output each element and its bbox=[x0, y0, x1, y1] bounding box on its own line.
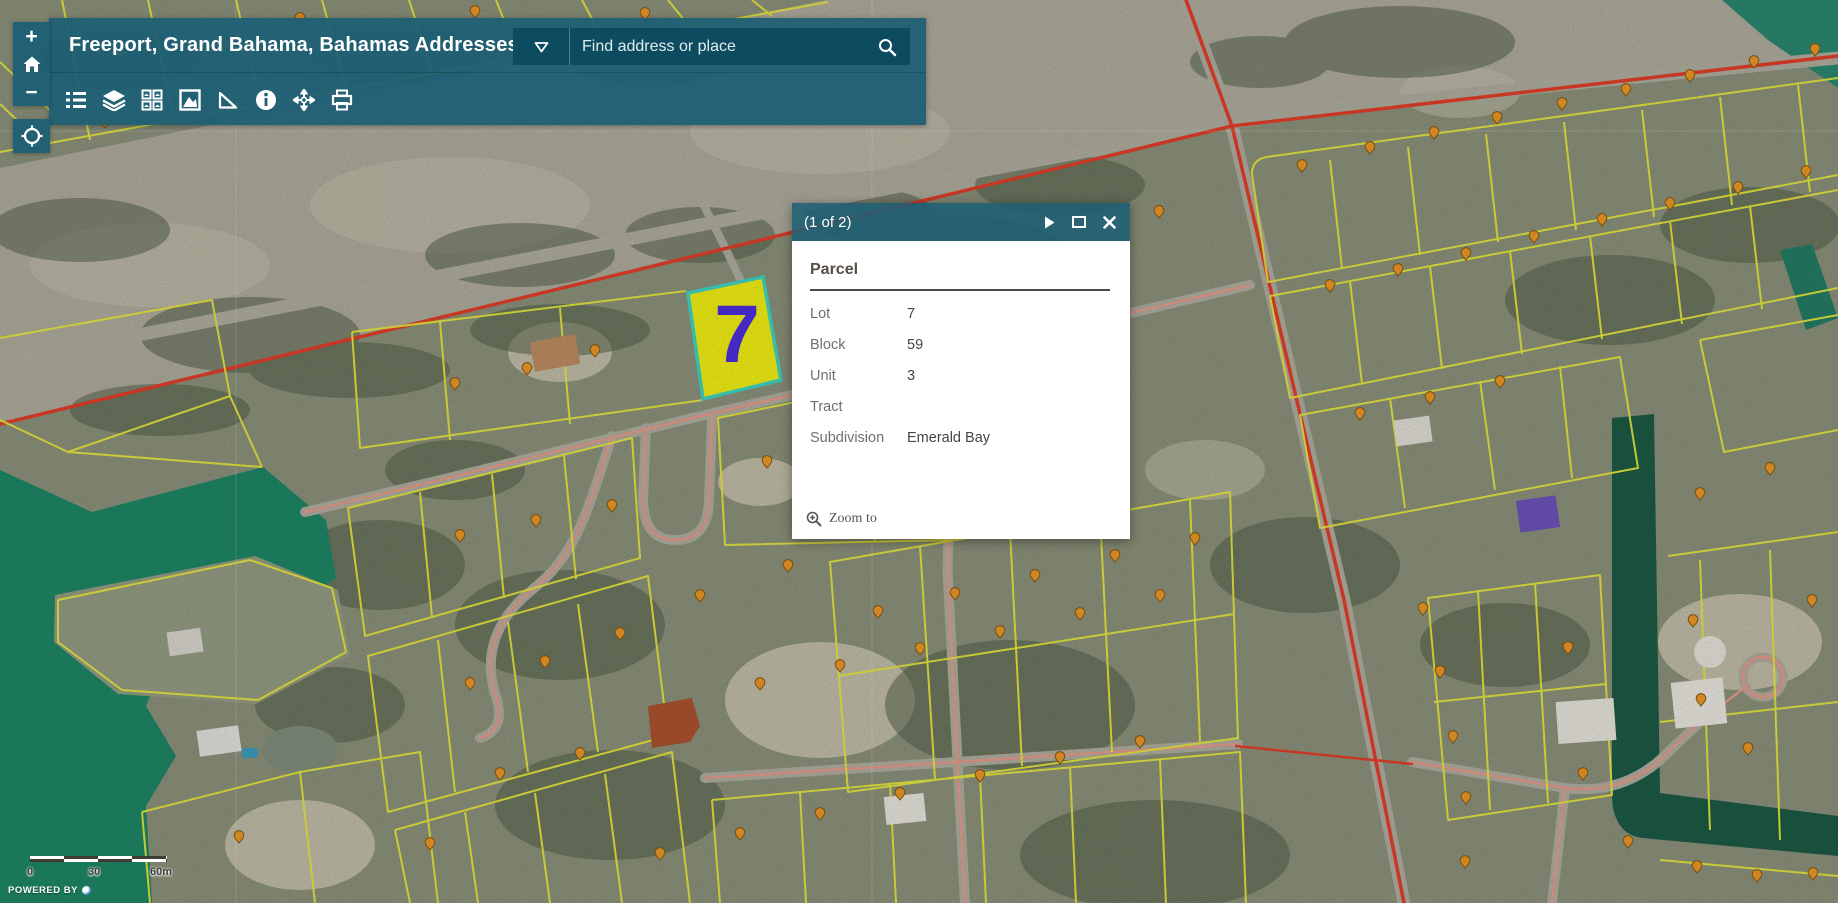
layers-button[interactable] bbox=[100, 86, 127, 113]
search-source-dropdown[interactable] bbox=[513, 28, 570, 65]
field-value: Emerald Bay bbox=[907, 430, 990, 446]
zoom-to-icon bbox=[806, 511, 822, 527]
next-feature-button[interactable] bbox=[1040, 213, 1058, 231]
popup-header[interactable]: (1 of 2) bbox=[792, 203, 1130, 241]
zoom-to-link[interactable]: Zoom to bbox=[806, 511, 877, 527]
search-input[interactable] bbox=[570, 28, 864, 65]
field-label: Subdivision bbox=[810, 430, 907, 446]
field-value: 3 bbox=[907, 368, 915, 384]
search-box bbox=[513, 28, 910, 65]
scale-bar: 0 30 60m bbox=[30, 856, 167, 876]
close-icon bbox=[1103, 216, 1116, 229]
app-header: Freeport, Grand Bahama, Bahamas Addresse… bbox=[49, 18, 926, 125]
legend-icon bbox=[65, 90, 87, 110]
feature-popup: (1 of 2) Parcel Lot7Blo bbox=[792, 203, 1130, 539]
scale-label-0: 0 bbox=[27, 866, 33, 878]
measurement-button[interactable] bbox=[214, 86, 241, 113]
my-location-button[interactable] bbox=[13, 119, 50, 153]
home-icon bbox=[23, 56, 41, 73]
field-label: Lot bbox=[810, 306, 907, 322]
next-arrow-icon bbox=[1044, 216, 1055, 229]
popup-body: Parcel Lot7Block59Unit3TractSubdivisionE… bbox=[792, 241, 1130, 539]
directions-icon bbox=[293, 89, 315, 111]
esri-logo-icon bbox=[82, 886, 91, 895]
app-title: Freeport, Grand Bahama, Bahamas Addresse… bbox=[69, 34, 519, 57]
popup-fields: Lot7Block59Unit3TractSubdivisionEmerald … bbox=[810, 306, 1110, 446]
search-button[interactable] bbox=[864, 28, 910, 65]
field-row: Unit3 bbox=[810, 368, 1110, 384]
popup-title: Parcel bbox=[810, 253, 1110, 291]
zoom-controls: + − bbox=[13, 22, 50, 106]
maximize-icon bbox=[1072, 216, 1086, 228]
home-button[interactable] bbox=[13, 50, 50, 78]
field-label: Block bbox=[810, 337, 907, 353]
print-button[interactable] bbox=[328, 86, 355, 113]
legend-button[interactable] bbox=[62, 86, 89, 113]
field-row: Lot7 bbox=[810, 306, 1110, 322]
zoom-to-label: Zoom to bbox=[829, 511, 877, 527]
maximize-button[interactable] bbox=[1070, 213, 1088, 231]
field-value: 7 bbox=[907, 306, 915, 322]
field-label: Unit bbox=[810, 368, 907, 384]
field-row: SubdivisionEmerald Bay bbox=[810, 430, 1110, 446]
about-button[interactable] bbox=[252, 86, 279, 113]
layers-icon bbox=[102, 89, 126, 111]
close-button[interactable] bbox=[1100, 213, 1118, 231]
popup-pagination: (1 of 2) bbox=[804, 214, 852, 231]
toolbar bbox=[49, 72, 926, 126]
search-icon bbox=[877, 37, 897, 57]
attribution: POWERED BY bbox=[8, 885, 91, 896]
basemap-gallery-button[interactable] bbox=[138, 86, 165, 113]
locate-icon bbox=[21, 125, 43, 147]
field-row: Block59 bbox=[810, 337, 1110, 353]
chevron-down-icon bbox=[534, 41, 549, 53]
zoom-out-button[interactable]: − bbox=[13, 78, 50, 106]
directions-button[interactable] bbox=[290, 86, 317, 113]
scale-label-60: 60m bbox=[150, 866, 172, 878]
print-icon bbox=[331, 89, 353, 111]
draw-button[interactable] bbox=[176, 86, 203, 113]
scale-label-30: 30 bbox=[88, 866, 100, 878]
measurement-icon bbox=[217, 90, 239, 110]
powered-by-text: POWERED BY bbox=[8, 885, 78, 896]
draw-icon bbox=[179, 89, 201, 111]
field-row: Tract bbox=[810, 399, 1110, 415]
info-icon bbox=[255, 89, 277, 111]
basemap-gallery-icon bbox=[141, 89, 163, 111]
zoom-in-button[interactable]: + bbox=[13, 22, 50, 50]
field-value: 59 bbox=[907, 337, 923, 353]
field-label: Tract bbox=[810, 399, 907, 415]
